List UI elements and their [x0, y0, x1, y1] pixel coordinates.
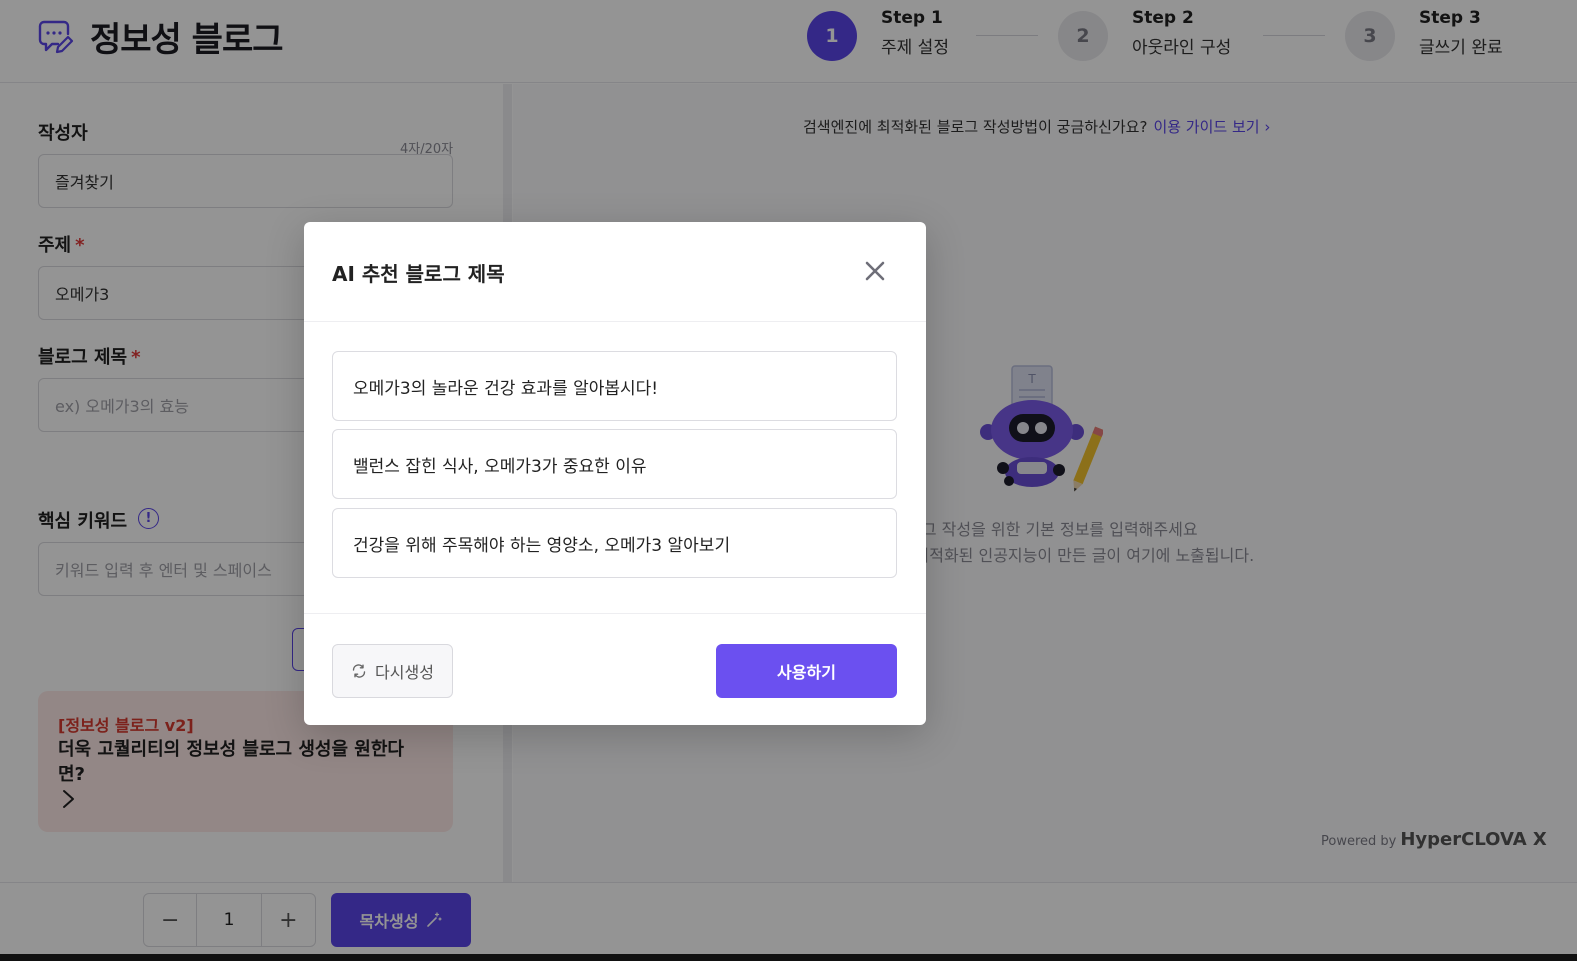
- modal-divider: [304, 321, 926, 322]
- close-icon[interactable]: [862, 258, 888, 284]
- title-suggestion-3[interactable]: 건강을 위해 주목해야 하는 영양소, 오메가3 알아보기: [332, 508, 897, 578]
- regenerate-label: 다시생성: [375, 663, 434, 682]
- title-suggestion-1[interactable]: 오메가3의 놀라운 건강 효과를 알아봅시다!: [332, 351, 897, 421]
- modal-title: AI 추천 블로그 제목: [332, 262, 505, 286]
- regenerate-button[interactable]: 다시생성: [332, 644, 453, 698]
- modal-divider: [304, 613, 926, 614]
- refresh-icon: [352, 664, 366, 678]
- window-edge: [0, 954, 1577, 961]
- title-suggestion-2[interactable]: 밸런스 잡힌 식사, 오메가3가 중요한 이유: [332, 429, 897, 499]
- use-title-button[interactable]: 사용하기: [716, 644, 897, 698]
- ai-title-modal: AI 추천 블로그 제목 오메가3의 놀라운 건강 효과를 알아봅시다! 밸런스…: [304, 222, 926, 725]
